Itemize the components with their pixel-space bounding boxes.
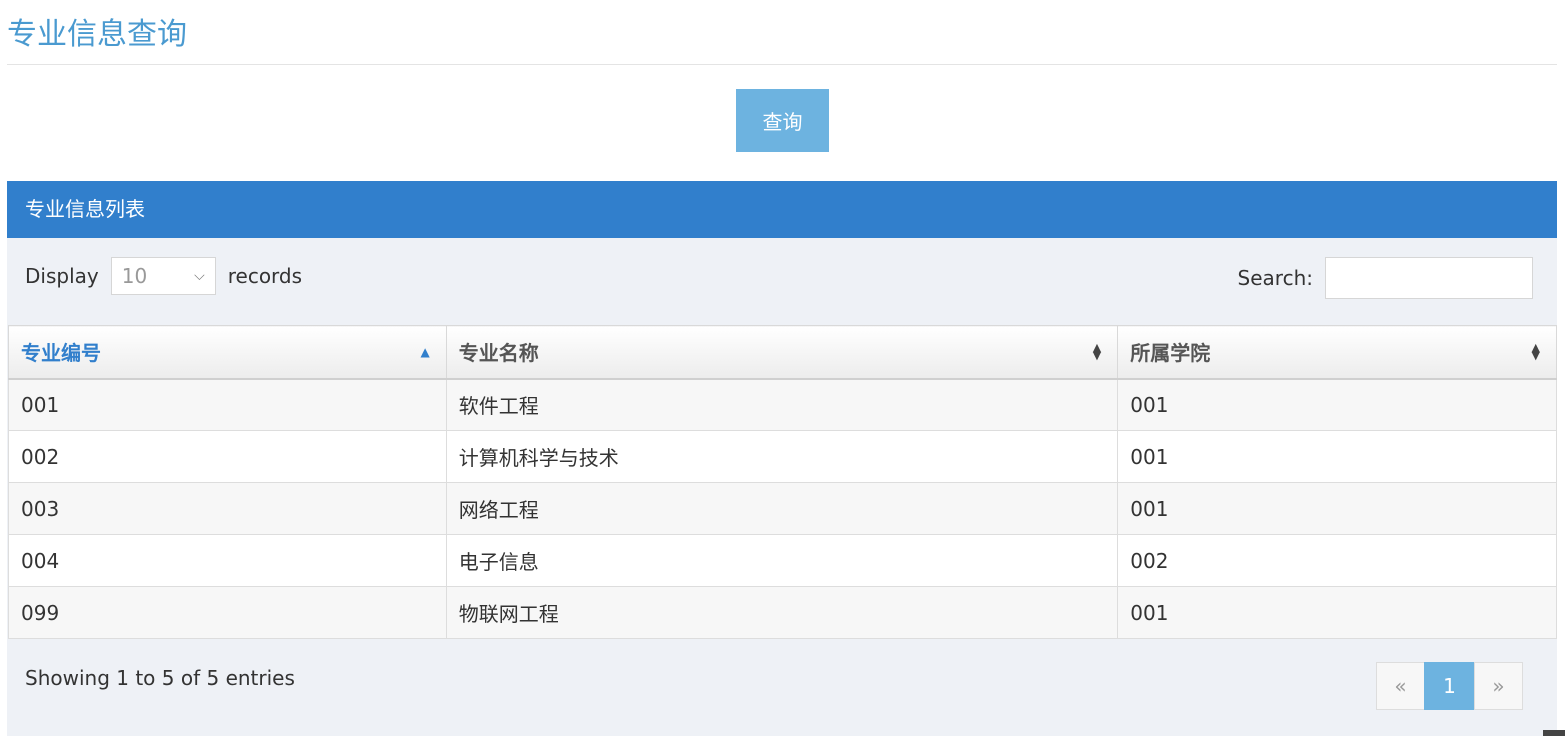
scroll-corner xyxy=(1543,730,1565,736)
major-table: 专业编号 ▲ 专业名称 ▲ ▼ 所属学院 ▲ ▼ 001 软件工程 001 00… xyxy=(8,325,1557,639)
title-divider xyxy=(7,64,1557,65)
sort-both-icon: ▲ ▼ xyxy=(1092,340,1102,362)
sort-desc-icon: ▼ xyxy=(1092,348,1102,362)
cell-major-id: 002 xyxy=(8,430,447,483)
length-menu-prefix: Display xyxy=(25,264,99,288)
cell-major-name: 网络工程 xyxy=(445,482,1119,535)
cell-major-name: 物联网工程 xyxy=(445,586,1119,639)
sort-both-icon: ▲ ▼ xyxy=(1531,340,1540,362)
pagination-next[interactable]: » xyxy=(1474,662,1523,710)
table-row[interactable]: 001 软件工程 001 xyxy=(8,378,1557,431)
sort-desc-icon: ▼ xyxy=(1531,348,1540,362)
column-header-label: 所属学院 xyxy=(1130,341,1211,366)
cell-major-name: 计算机科学与技术 xyxy=(445,430,1119,483)
records-per-page-value: 10 xyxy=(121,264,148,288)
pagination-prev[interactable]: « xyxy=(1376,662,1425,710)
pagination-page-current[interactable]: 1 xyxy=(1424,662,1475,710)
page-title: 专业信息查询 xyxy=(7,17,187,52)
sort-asc-icon: ▲ xyxy=(420,344,430,359)
cell-college: 001 xyxy=(1117,430,1557,483)
cell-major-id: 004 xyxy=(8,534,447,587)
cell-college: 001 xyxy=(1117,482,1557,535)
cell-major-id: 001 xyxy=(8,378,447,431)
records-per-page-select[interactable]: 10 ⌵ xyxy=(110,257,216,295)
column-header-label: 专业名称 xyxy=(458,341,539,366)
query-button[interactable]: 查询 xyxy=(736,89,829,152)
length-menu: Display 10 ⌵ records xyxy=(25,257,302,295)
table-row[interactable]: 004 电子信息 002 xyxy=(8,534,1557,587)
cell-major-id: 099 xyxy=(8,586,447,639)
cell-major-name: 电子信息 xyxy=(445,534,1119,587)
table-row[interactable]: 099 物联网工程 001 xyxy=(8,586,1557,639)
column-header-major-id[interactable]: 专业编号 ▲ xyxy=(8,325,447,380)
cell-college: 002 xyxy=(1117,534,1557,587)
column-header-major-name[interactable]: 专业名称 ▲ ▼ xyxy=(445,325,1119,380)
table-header-row: 专业编号 ▲ 专业名称 ▲ ▼ 所属学院 ▲ ▼ xyxy=(8,325,1557,380)
cell-college: 001 xyxy=(1117,586,1557,639)
chevron-down-icon: ⌵ xyxy=(194,268,205,284)
search-label: Search: xyxy=(1237,266,1313,290)
panel-title: 专业信息列表 xyxy=(7,181,1557,238)
column-header-label: 专业编号 xyxy=(21,341,101,366)
table-info: Showing 1 to 5 of 5 entries xyxy=(25,666,295,690)
column-header-college[interactable]: 所属学院 ▲ ▼ xyxy=(1117,325,1557,380)
length-menu-suffix: records xyxy=(227,264,303,288)
cell-college: 001 xyxy=(1117,378,1557,431)
major-list-panel: 专业信息列表 Display 10 ⌵ records Search: 专业编号… xyxy=(7,181,1557,736)
search-input[interactable] xyxy=(1325,257,1533,299)
table-row[interactable]: 003 网络工程 001 xyxy=(8,482,1557,535)
table-search: Search: xyxy=(1238,257,1533,299)
cell-major-id: 003 xyxy=(8,482,447,535)
pagination: « 1 » xyxy=(1376,662,1523,710)
table-row[interactable]: 002 计算机科学与技术 001 xyxy=(8,430,1557,483)
cell-major-name: 软件工程 xyxy=(445,378,1119,431)
